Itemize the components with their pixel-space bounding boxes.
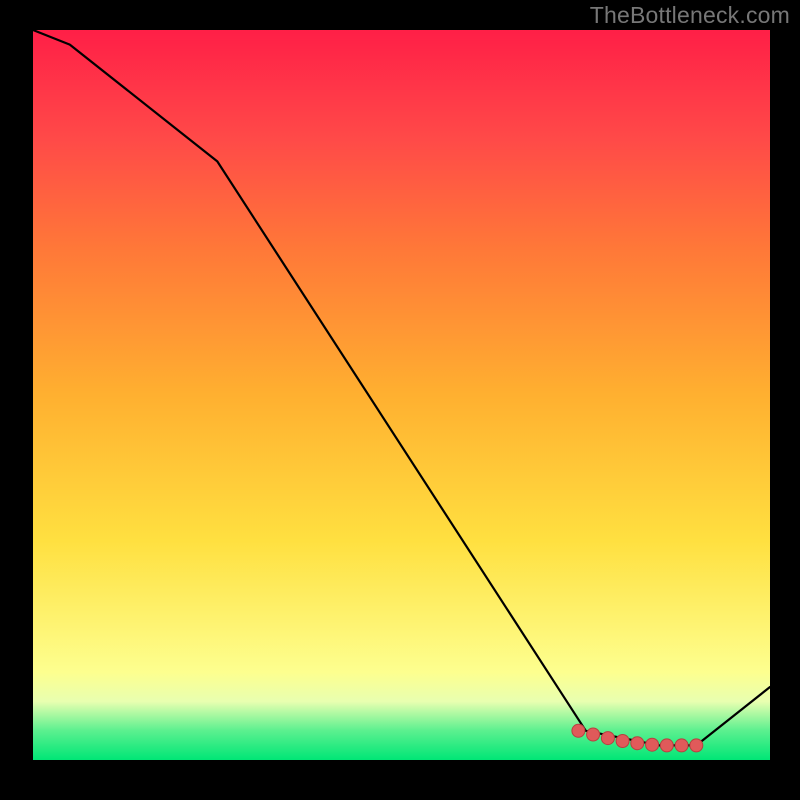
marker-dot [660, 739, 673, 752]
marker-dot [601, 732, 614, 745]
marker-dot [690, 739, 703, 752]
watermark-text: TheBottleneck.com [590, 2, 790, 29]
marker-dot [572, 724, 585, 737]
plot-svg [0, 0, 800, 800]
plot-background [33, 30, 770, 760]
marker-dot [646, 738, 659, 751]
marker-dot [616, 735, 629, 748]
chart-stage: TheBottleneck.com [0, 0, 800, 800]
marker-dot [675, 739, 688, 752]
marker-dot [587, 728, 600, 741]
marker-dot [631, 737, 644, 750]
